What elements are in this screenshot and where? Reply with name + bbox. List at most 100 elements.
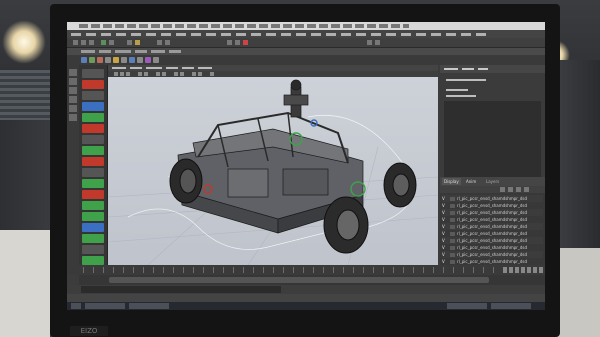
shelf-icon[interactable]	[97, 57, 103, 63]
shelf-icon[interactable]	[105, 57, 111, 63]
layer-row[interactable]: Vrl_pic_pcsr_ensd_shamdshmpr_dsd	[442, 195, 543, 202]
layer-row[interactable]: Vrl_pic_pcsr_ensd_shamdshmpr_dsd	[442, 244, 543, 251]
scale-icon[interactable]	[69, 114, 77, 121]
visibility-toggle[interactable]: V	[442, 195, 448, 202]
rig-control-button[interactable]	[82, 212, 104, 221]
shape-name[interactable]	[446, 95, 476, 97]
range-slider-handle[interactable]	[109, 277, 489, 283]
paint-icon[interactable]	[69, 87, 77, 94]
rig-control-button[interactable]	[82, 179, 104, 188]
command-input[interactable]	[81, 286, 281, 293]
visibility-toggle[interactable]: V	[442, 230, 448, 237]
viewport-menu-item[interactable]	[166, 67, 178, 69]
shelf-tab[interactable]	[135, 50, 147, 53]
shelf-tabs[interactable]	[67, 48, 545, 55]
rig-control-button[interactable]	[82, 91, 104, 100]
time-slider[interactable]	[79, 265, 545, 275]
viewport-menu-item[interactable]	[146, 67, 162, 69]
viewport-tool-icon[interactable]	[162, 72, 166, 76]
tab-display[interactable]: Display	[442, 178, 461, 185]
select-icon[interactable]	[69, 69, 77, 76]
taskbar-button[interactable]	[129, 303, 169, 309]
visibility-toggle[interactable]: V	[442, 251, 448, 258]
tab-anim[interactable]: Anim	[464, 178, 478, 185]
status-icon[interactable]	[127, 40, 132, 45]
viewport-tool-icon[interactable]	[192, 72, 196, 76]
status-icon[interactable]	[109, 40, 114, 45]
viewport-tool-icon[interactable]	[174, 72, 178, 76]
shelf-icon[interactable]	[137, 57, 143, 63]
status-icon[interactable]	[101, 40, 106, 45]
status-icon[interactable]	[367, 40, 372, 45]
shelf-tab[interactable]	[151, 50, 165, 53]
shelf-icon[interactable]	[121, 57, 127, 63]
status-icon[interactable]	[165, 40, 170, 45]
status-icon[interactable]	[89, 40, 94, 45]
viewport-menu-item[interactable]	[198, 67, 212, 69]
shelf-icon[interactable]	[81, 57, 87, 63]
shelf-tab[interactable]	[81, 50, 95, 53]
visibility-toggle[interactable]: V	[442, 244, 448, 251]
channel-box-tab[interactable]	[478, 68, 488, 70]
rig-control-button[interactable]	[82, 256, 104, 265]
viewport-menu-item[interactable]	[182, 67, 194, 69]
range-slider[interactable]	[79, 275, 545, 285]
move-layer-down-icon[interactable]	[516, 187, 521, 192]
layer-row[interactable]: Vrl_pic_pcsr_ensd_shamdshmpr_dsd	[442, 258, 543, 265]
rig-control-button[interactable]	[82, 135, 104, 144]
viewport-tool-icon[interactable]	[210, 72, 214, 76]
rig-control-button[interactable]	[82, 124, 104, 133]
shelf-tab[interactable]	[115, 50, 131, 53]
channel-box-tabs[interactable]	[440, 65, 545, 73]
rig-control-button[interactable]	[82, 201, 104, 210]
viewport-tool-icon[interactable]	[180, 72, 184, 76]
taskbar-button[interactable]	[447, 303, 487, 309]
3d-viewport[interactable]	[108, 65, 438, 265]
rig-control-button[interactable]	[82, 168, 104, 177]
rig-control-button[interactable]	[82, 157, 104, 166]
rig-control-button[interactable]	[82, 234, 104, 243]
menu-items[interactable]	[71, 33, 491, 36]
move-layer-up-icon[interactable]	[508, 187, 513, 192]
shelf-icon[interactable]	[89, 57, 95, 63]
visibility-toggle[interactable]: V	[442, 202, 448, 209]
status-icon[interactable]	[81, 40, 86, 45]
viewport-tool-icon[interactable]	[126, 72, 130, 76]
viewport-tool-icon[interactable]	[156, 72, 160, 76]
new-layer-icon[interactable]	[500, 187, 505, 192]
layer-row[interactable]: Vrl_pic_pcsr_ensd_shamdshmpr_dsd	[442, 223, 543, 230]
viewport-tool-icon[interactable]	[120, 72, 124, 76]
visibility-toggle[interactable]: V	[442, 216, 448, 223]
playback-controls[interactable]	[503, 267, 543, 273]
taskbar-button[interactable]	[491, 303, 531, 309]
rig-control-button[interactable]	[82, 80, 104, 89]
lasso-icon[interactable]	[69, 78, 77, 85]
layer-row[interactable]: Vrl_pic_pcsr_ensd_shamdshmpr_dsd	[442, 209, 543, 216]
object-name-field[interactable]	[446, 79, 486, 81]
taskbar-button[interactable]	[85, 303, 125, 309]
rotate-icon[interactable]	[69, 105, 77, 112]
shelf-icon[interactable]	[153, 57, 159, 63]
shelf-tab[interactable]	[99, 50, 111, 53]
rig-control-button[interactable]	[82, 102, 104, 111]
rig-control-button[interactable]	[82, 69, 104, 78]
status-icon[interactable]	[243, 40, 248, 45]
visibility-toggle[interactable]: V	[442, 223, 448, 230]
status-icon[interactable]	[73, 40, 78, 45]
layer-row[interactable]: Vrl_pic_pcsr_ensd_shamdshmpr_dsd	[442, 216, 543, 223]
rig-control-button[interactable]	[82, 113, 104, 122]
shelf-icon[interactable]	[129, 57, 135, 63]
visibility-toggle[interactable]: V	[442, 237, 448, 244]
visibility-toggle[interactable]: V	[442, 258, 448, 265]
layer-row[interactable]: Vrl_pic_pcsr_ensd_shamdshmpr_dsd	[442, 230, 543, 237]
viewport-tool-icon[interactable]	[138, 72, 142, 76]
status-icon[interactable]	[227, 40, 232, 45]
status-icon[interactable]	[157, 40, 162, 45]
rig-control-button[interactable]	[82, 223, 104, 232]
viewport-tool-icon[interactable]	[198, 72, 202, 76]
rig-control-button[interactable]	[82, 190, 104, 199]
main-menubar[interactable]	[67, 30, 545, 38]
status-icon[interactable]	[135, 40, 140, 45]
taskbar-button[interactable]	[71, 303, 81, 309]
visibility-toggle[interactable]: V	[442, 209, 448, 216]
